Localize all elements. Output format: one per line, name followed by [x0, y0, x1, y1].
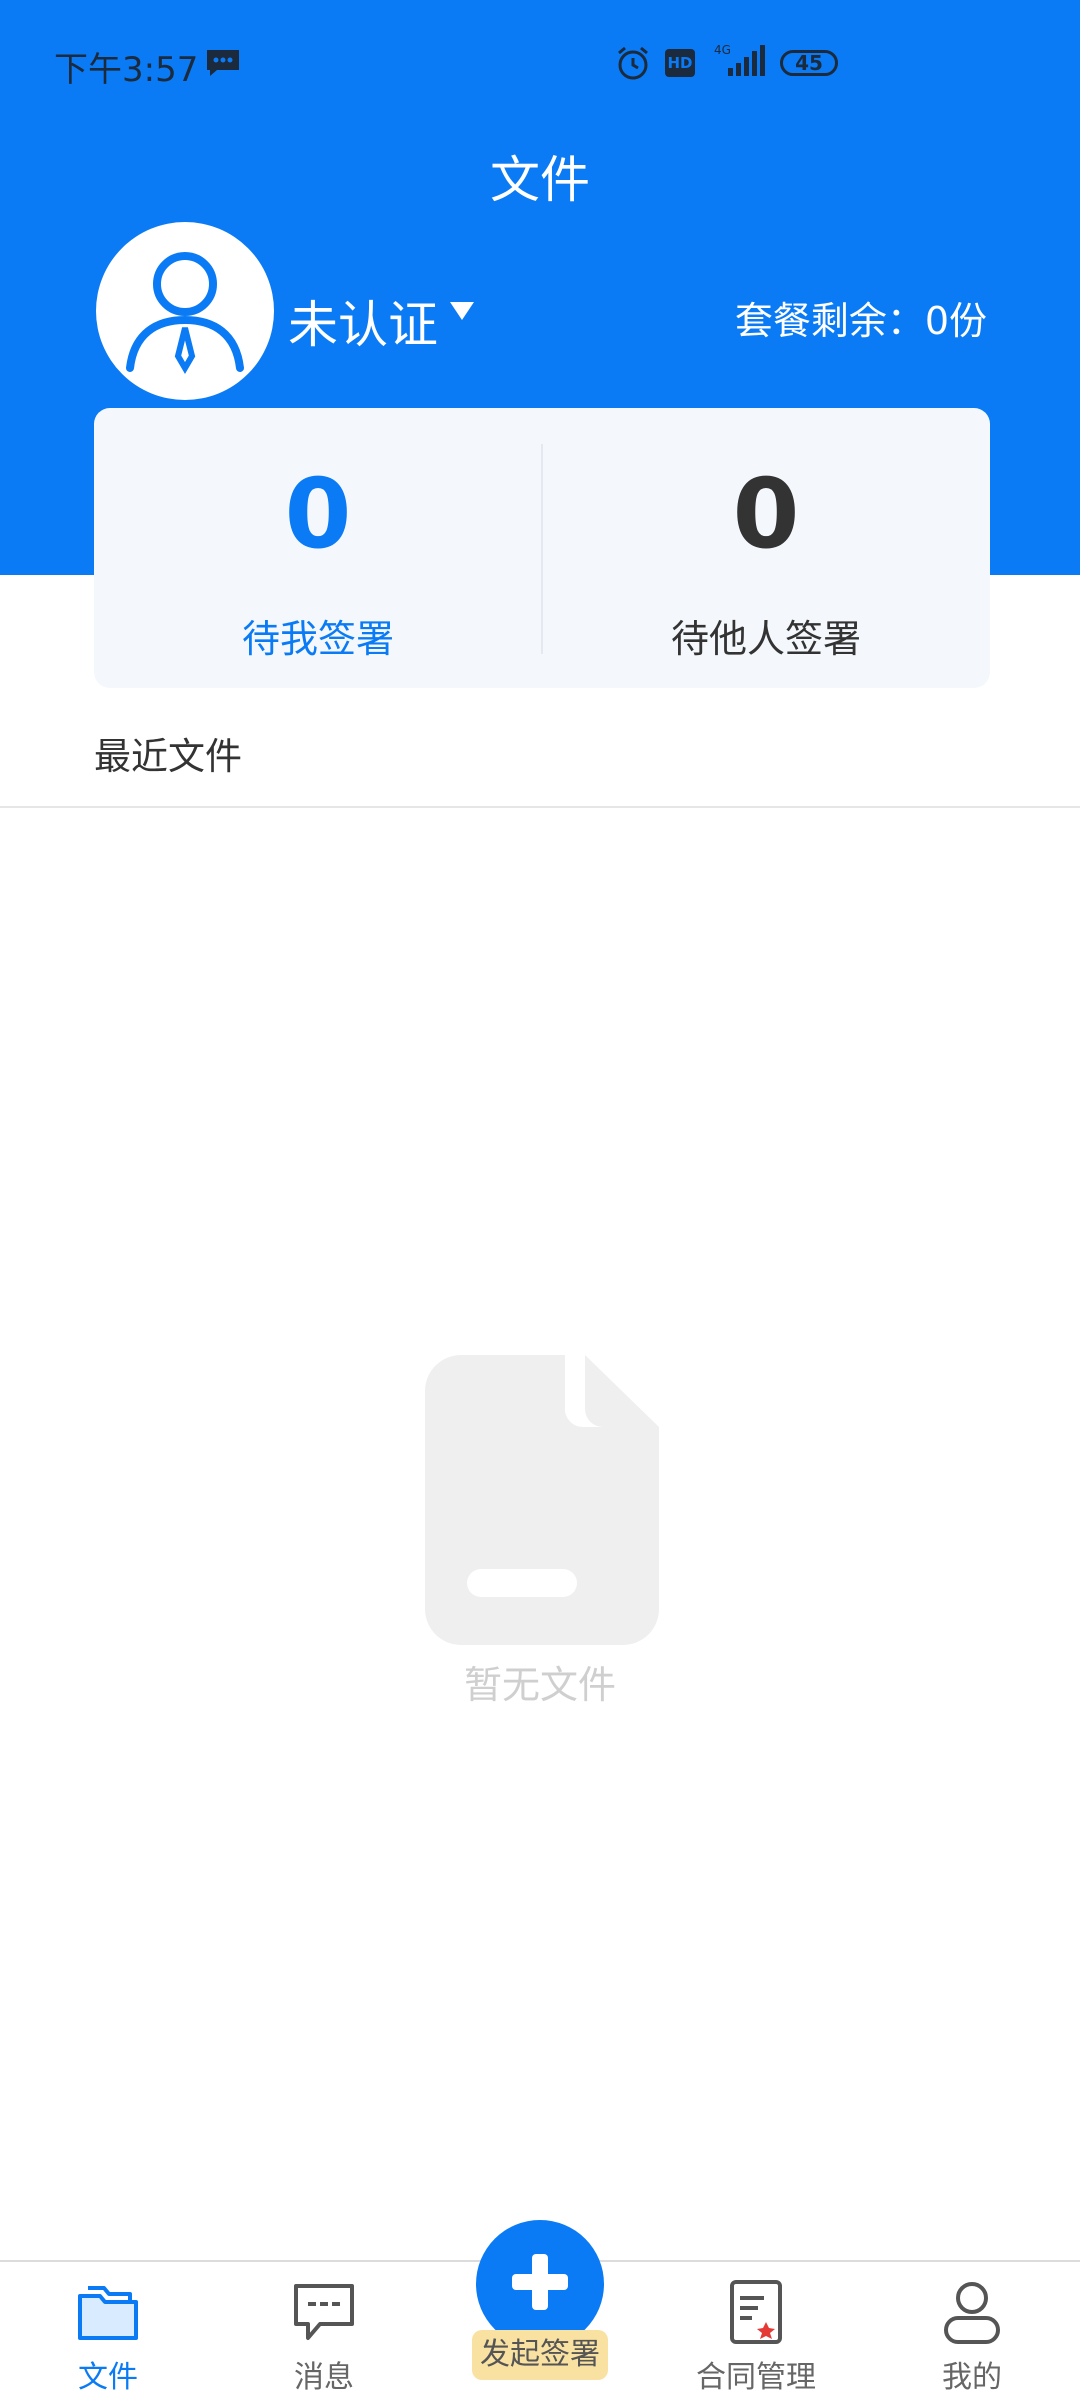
network-label: 4G	[714, 43, 731, 57]
tab-messages[interactable]: 消息	[216, 2262, 432, 2402]
tab-contracts-label: 合同管理	[696, 2360, 816, 2395]
user-avatar-icon	[126, 252, 244, 374]
start-signing-button[interactable]	[476, 2220, 604, 2348]
stat-pending-others-label: 待他人签署	[670, 617, 861, 661]
tab-files[interactable]: 文件	[0, 2262, 216, 2402]
stat-pending-me-label: 待我签署	[241, 617, 394, 661]
alarm-icon	[618, 46, 648, 80]
avatar[interactable]	[96, 222, 274, 400]
chat-icon	[294, 2284, 354, 2340]
status-time: 下午3:57	[54, 50, 199, 90]
caret-down-icon[interactable]	[450, 302, 474, 320]
tab-profile[interactable]: 我的	[864, 2262, 1080, 2402]
contract-icon	[730, 2280, 782, 2344]
tab-messages-label: 消息	[294, 2360, 354, 2395]
empty-state-text: 暂无文件	[463, 1663, 616, 1707]
page-title: 文件	[490, 151, 590, 209]
tab-profile-label: 我的	[942, 2360, 1002, 2395]
user-icon	[944, 2282, 1000, 2344]
stat-pending-me-value: 0	[284, 458, 352, 570]
hd-icon: HD	[665, 49, 695, 77]
status-bar: 下午3:57 HD 4G 45	[0, 0, 1080, 130]
stat-pending-others-value: 0	[732, 458, 800, 570]
stats-card: 0 待我签署 0 待他人签署	[94, 408, 990, 688]
stat-pending-others[interactable]: 0 待他人签署	[542, 408, 990, 688]
stat-pending-me[interactable]: 0 待我签署	[94, 408, 542, 688]
tab-files-label: 文件	[78, 2360, 138, 2395]
empty-file-icon	[425, 1355, 659, 1645]
message-icon	[207, 50, 239, 76]
battery-icon: 45	[780, 50, 838, 76]
section-divider	[0, 806, 1080, 808]
plan-remaining: 套餐剩余：0份	[734, 299, 987, 343]
cert-status[interactable]: 未认证	[288, 285, 438, 357]
start-signing-label[interactable]: 发起签署	[472, 2330, 608, 2380]
tab-contracts[interactable]: 合同管理	[648, 2262, 864, 2402]
folder-icon	[78, 2286, 138, 2340]
plus-icon	[512, 2254, 568, 2310]
recent-files-title: 最近文件	[94, 735, 242, 778]
signal-icon: 4G	[714, 43, 765, 76]
